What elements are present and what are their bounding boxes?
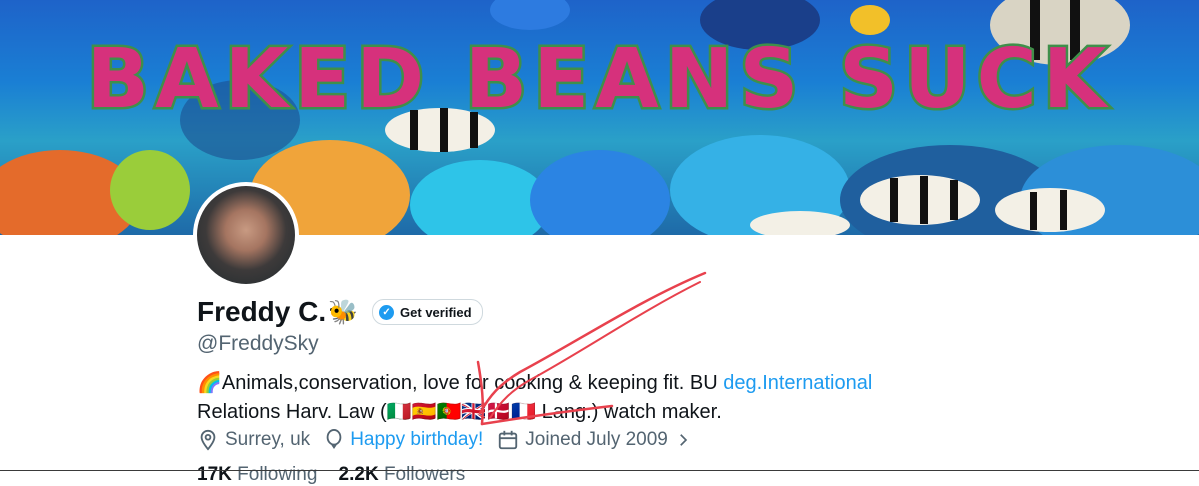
following-count[interactable]: 17K	[197, 464, 232, 485]
bio-link[interactable]: deg.International	[723, 372, 872, 394]
banner-text: BAKED BEANS SUCK	[84, 30, 1113, 130]
bio: 🌈Animals,conservation, love for cooking …	[197, 369, 997, 427]
profile-meta: Surrey, uk Happy birthday! Joined July 2…	[197, 429, 712, 451]
birthday[interactable]: Happy birthday!	[324, 429, 483, 451]
location-pin-icon	[200, 429, 216, 451]
get-verified-label: Get verified	[400, 304, 472, 320]
verified-check-icon: ✓	[379, 304, 395, 320]
birthday-text[interactable]: Happy birthday!	[350, 429, 483, 451]
name-row: Freddy C. 🐝 ✓ Get verified	[197, 296, 483, 328]
avatar-photo	[197, 186, 295, 284]
bottom-divider	[0, 470, 1199, 471]
avatar[interactable]	[193, 182, 299, 288]
followers-count[interactable]: 2.2K	[339, 464, 379, 485]
display-name: Freddy C.	[197, 296, 327, 327]
bio-text-2: Relations Harv. Law (🇮🇹🇪🇸🇵🇹🇬🇧🇩🇰🇫🇷 Lang.)…	[197, 401, 722, 423]
following-label[interactable]: Following	[237, 464, 317, 485]
bee-emoji: 🐝	[328, 298, 359, 326]
get-verified-button[interactable]: ✓ Get verified	[372, 299, 483, 325]
follow-counts: 17K Following 2.2K Followers	[197, 464, 465, 486]
user-handle: @FreddySky	[197, 332, 319, 355]
followers-label[interactable]: Followers	[384, 464, 465, 485]
bio-text-1: 🌈Animals,conservation, love for cooking …	[197, 372, 724, 394]
balloon-icon	[326, 429, 342, 449]
location-text: Surrey, uk	[225, 429, 311, 450]
chevron-right-icon	[680, 434, 688, 446]
joined-text: Joined July 2009	[525, 429, 668, 450]
calendar-icon	[499, 430, 518, 450]
joined-date[interactable]: Joined July 2009	[497, 429, 698, 451]
profile-banner[interactable]: BAKED BEANS SUCK	[0, 0, 1199, 235]
location: Surrey, uk	[197, 429, 310, 451]
